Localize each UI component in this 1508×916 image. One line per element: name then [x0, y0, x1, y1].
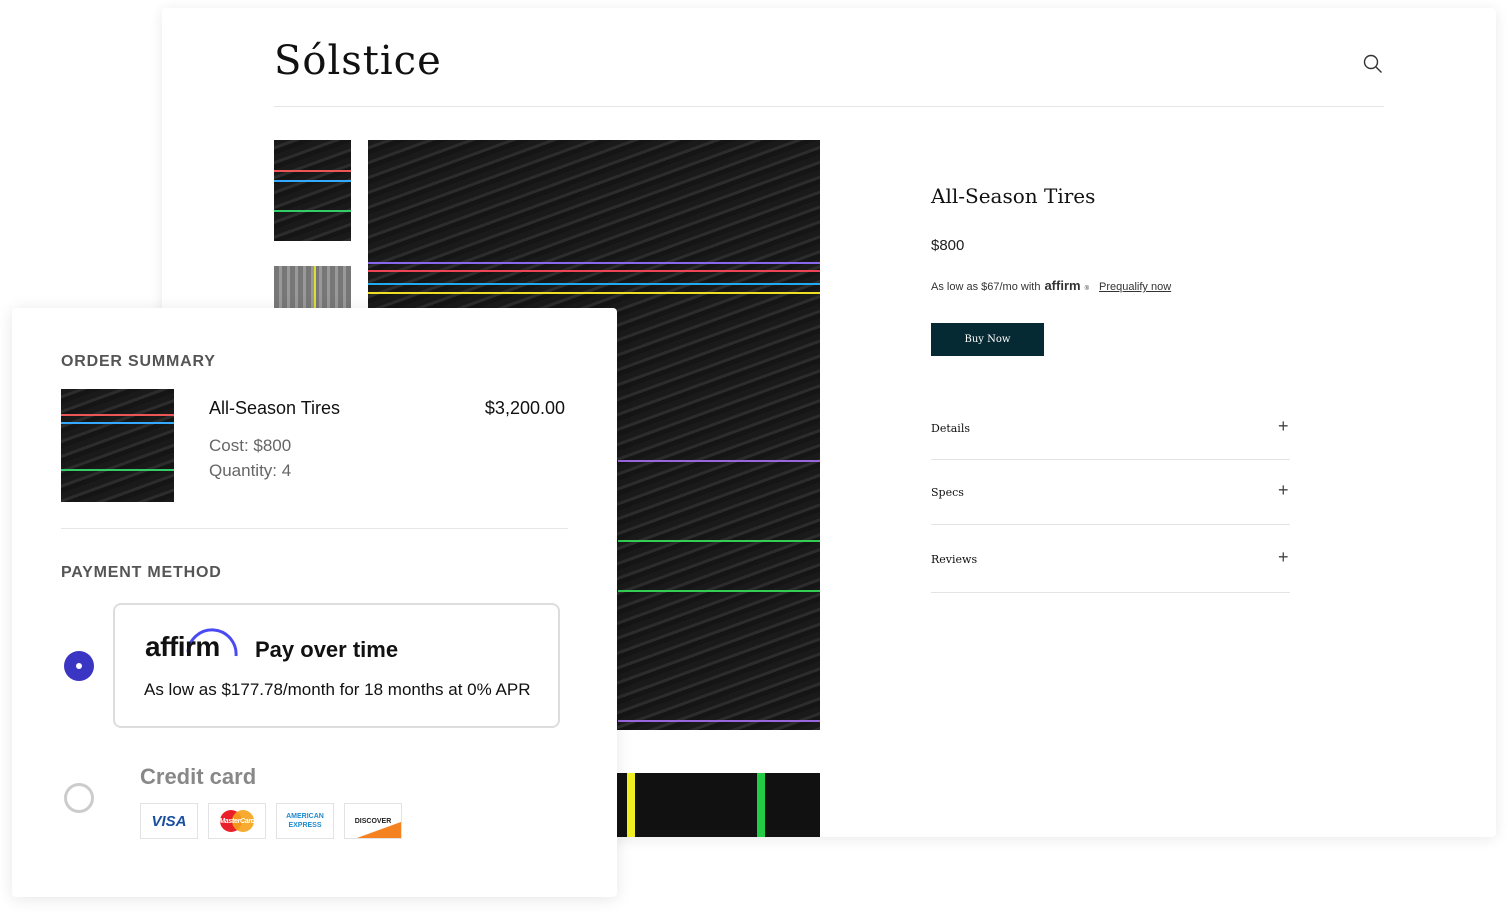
brand-logo[interactable]: Sólstice: [274, 38, 442, 84]
discover-logo: DISCOVER: [344, 803, 402, 839]
affirm-option-subtitle: As low as $177.78/month for 18 months at…: [144, 680, 531, 699]
affirm-promo: As low as $67/mo with affirm ® Prequalify…: [931, 278, 1172, 293]
plus-icon[interactable]: +: [1278, 416, 1289, 437]
mastercard-logo: MasterCard: [208, 803, 266, 839]
order-item-cost: Cost: $800: [209, 436, 292, 455]
divider: [931, 459, 1290, 460]
affirm-logo: affirm: [145, 631, 220, 662]
plus-icon[interactable]: +: [1278, 480, 1289, 501]
visa-logo: VISA: [140, 803, 198, 839]
thumbnail-1[interactable]: [274, 140, 351, 241]
divider: [931, 592, 1290, 593]
plus-icon[interactable]: +: [1278, 547, 1289, 568]
credit-card-radio[interactable]: [64, 783, 94, 813]
affirm-radio[interactable]: [64, 651, 94, 681]
payment-method-heading: PAYMENT METHOD: [61, 564, 222, 581]
divider: [61, 528, 568, 529]
affirm-option[interactable]: [113, 603, 560, 728]
mastercard-label: MasterCard: [219, 817, 255, 825]
header-divider: [274, 106, 1384, 107]
affirm-option-title: Pay over time: [255, 637, 399, 662]
order-item-image: [61, 389, 174, 502]
divider: [931, 524, 1290, 525]
order-item-title: All-Season Tires: [209, 398, 341, 418]
credit-card-option-title[interactable]: Credit card: [140, 764, 256, 790]
prequalify-link[interactable]: Prequalify now: [1099, 281, 1171, 293]
accordion-details[interactable]: Details: [931, 422, 970, 435]
product-price: $800: [931, 237, 965, 254]
affirm-logo: affirm: [1044, 278, 1081, 293]
buy-now-button[interactable]: Buy Now: [931, 323, 1044, 356]
accordion-reviews[interactable]: Reviews: [931, 553, 977, 566]
thumbnail-2[interactable]: [274, 266, 351, 308]
product-secondary-image: [617, 773, 820, 837]
order-item-total: $3,200.00: [484, 398, 565, 418]
amex-logo: AMERICAN EXPRESS: [276, 803, 334, 839]
search-icon[interactable]: [1363, 54, 1383, 74]
order-item-quantity: Quantity: 4: [209, 461, 292, 480]
product-title: All-Season Tires: [931, 184, 1096, 208]
order-summary-heading: ORDER SUMMARY: [61, 353, 216, 370]
affirm-promo-text: As low as $67/mo with: [931, 281, 1041, 293]
accordion-specs[interactable]: Specs: [931, 486, 964, 499]
